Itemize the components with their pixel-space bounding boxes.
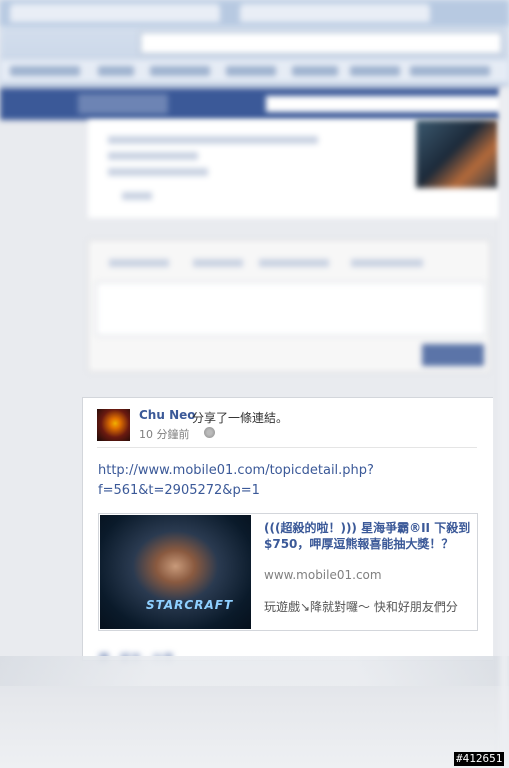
- facebook-search-input[interactable]: [266, 96, 500, 112]
- story-divider: [97, 447, 477, 448]
- browser-tab[interactable]: [10, 4, 220, 22]
- bookmark-item[interactable]: [292, 66, 338, 76]
- starcraft-logo: STARCRAFT: [146, 598, 234, 612]
- profile-info-line: [108, 136, 318, 144]
- profile-info-line: [108, 152, 198, 160]
- right-edge: [500, 88, 509, 768]
- composer-tab-event[interactable]: [351, 259, 423, 267]
- story-action-text: 分享了一條連結。: [192, 411, 289, 425]
- composer-tab-photo[interactable]: [193, 259, 243, 267]
- bookmark-item[interactable]: [10, 66, 80, 76]
- attachment-domain: www.mobile01.com: [264, 568, 382, 582]
- bookmark-item[interactable]: [150, 66, 210, 76]
- bookmark-item[interactable]: [350, 66, 400, 76]
- shared-url-link[interactable]: http://www.mobile01.com/topicdetail.php?: [98, 463, 374, 478]
- facebook-logo[interactable]: [78, 94, 168, 114]
- composer-post-button[interactable]: [422, 344, 484, 366]
- browser-tab-strip[interactable]: [0, 0, 509, 26]
- image-id-watermark: #412651: [454, 752, 505, 766]
- bottom-fade-strip: [0, 656, 509, 686]
- address-bar[interactable]: [140, 32, 502, 54]
- shared-url-link-continued[interactable]: f=561&t=2905272&p=1: [98, 483, 260, 498]
- composer-tab-status[interactable]: [109, 259, 169, 267]
- attachment-title-link[interactable]: (((超殺的啦！))) 星海爭霸®II 下殺到$750，呷厚逗熊報喜能抽大獎！？: [264, 520, 474, 552]
- bookmark-item[interactable]: [226, 66, 276, 76]
- composer-tab-place[interactable]: [259, 259, 329, 267]
- composer-text-input[interactable]: [96, 282, 486, 336]
- profile-info-line: [108, 168, 208, 176]
- profile-info-line: [122, 192, 152, 200]
- facebook-top-bar: [0, 88, 500, 120]
- actor-avatar[interactable]: [97, 409, 130, 441]
- bookmark-item[interactable]: [98, 66, 134, 76]
- story-timestamp[interactable]: 10 分鐘前: [139, 426, 190, 442]
- actor-name-link[interactable]: Chu Neo: [139, 408, 196, 422]
- browser-tab[interactable]: [240, 4, 430, 22]
- profile-photo-thumbnail[interactable]: [416, 120, 498, 188]
- attachment-description: 玩遊戲↘降就對囉～ 快和好朋友們分: [264, 600, 458, 614]
- globe-icon: [204, 427, 215, 438]
- bookmark-item[interactable]: [410, 66, 490, 76]
- bookmarks-bar: [0, 60, 509, 82]
